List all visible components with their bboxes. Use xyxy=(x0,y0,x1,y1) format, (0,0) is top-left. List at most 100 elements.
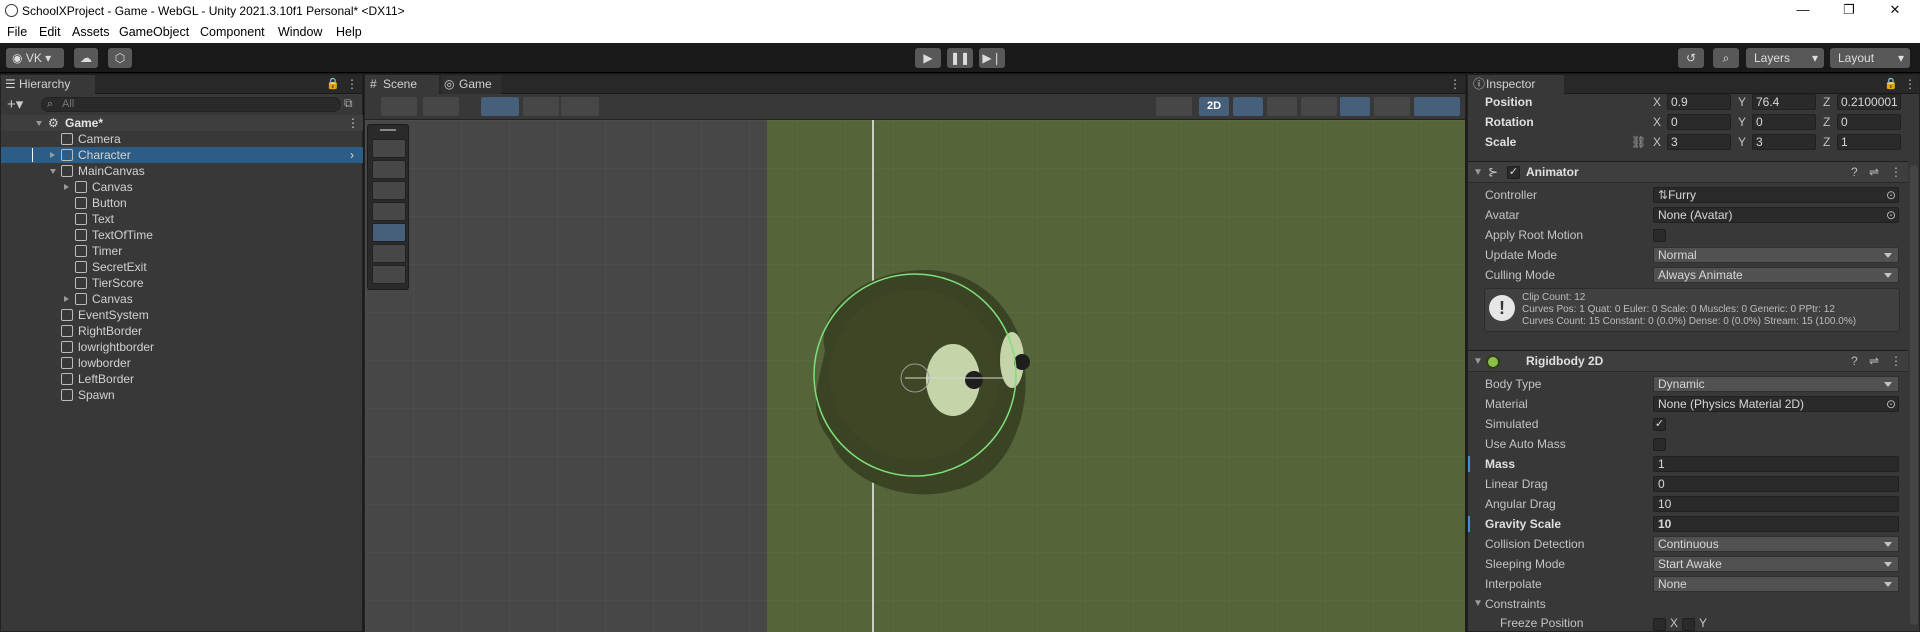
update-mode-dropdown[interactable]: Normal xyxy=(1653,247,1899,263)
material-field[interactable]: None (Physics Material 2D) ⊙ xyxy=(1653,396,1899,412)
shading-cube-icon[interactable] xyxy=(423,97,459,116)
menu-component[interactable]: Component xyxy=(200,25,265,39)
effects-icon[interactable] xyxy=(1301,97,1337,116)
vector-z-field[interactable]: Z0 xyxy=(1823,113,1905,131)
culling-mode-dropdown[interactable]: Always Animate xyxy=(1653,267,1899,283)
audio-icon[interactable] xyxy=(1267,97,1297,116)
component-menu-icon[interactable]: ⋮ xyxy=(1890,351,1902,372)
hierarchy-item[interactable]: Canvas xyxy=(1,291,363,307)
expand-arrow-icon[interactable] xyxy=(64,184,69,190)
tab-scene[interactable]: # Scene xyxy=(365,75,439,94)
rotate-tool-icon[interactable] xyxy=(372,181,406,200)
transform-value[interactable]: 1 xyxy=(1837,134,1901,150)
object-picker-icon[interactable]: ⊙ xyxy=(1886,188,1896,202)
root-motion-checkbox[interactable] xyxy=(1653,229,1666,242)
body-type-dropdown[interactable]: Dynamic xyxy=(1653,376,1899,392)
tab-inspector[interactable]: ⓘ Inspector xyxy=(1468,75,1564,94)
freeze-x-checkbox[interactable] xyxy=(1653,618,1666,631)
hierarchy-item[interactable]: Canvas xyxy=(1,179,363,195)
tab-hierarchy[interactable]: ☰ Hierarchy xyxy=(1,75,95,94)
object-picker-icon[interactable]: ⊙ xyxy=(1886,397,1896,411)
hierarchy-item[interactable]: Text xyxy=(1,211,363,227)
render-globe-icon[interactable] xyxy=(1156,97,1192,116)
maximize-button[interactable]: ❐ xyxy=(1836,2,1862,20)
search-icon[interactable]: ⌕ xyxy=(1713,48,1739,68)
chevron-right-icon[interactable]: › xyxy=(350,147,354,163)
hierarchy-item[interactable]: LeftBorder xyxy=(1,371,363,387)
hand-tool-icon[interactable] xyxy=(372,139,406,158)
snap-increment-icon[interactable] xyxy=(523,97,559,116)
transform-value[interactable]: 0.9 xyxy=(1667,94,1731,110)
expand-arrow-icon[interactable] xyxy=(36,121,42,126)
ruler-icon[interactable] xyxy=(561,97,599,116)
vector-y-field[interactable]: Y0 xyxy=(1738,113,1820,131)
menu-edit[interactable]: Edit xyxy=(39,25,61,39)
transform-value[interactable]: 3 xyxy=(1667,134,1731,150)
search-input[interactable]: ⌕ All xyxy=(41,97,341,112)
expand-arrow-icon[interactable] xyxy=(50,169,56,174)
account-dropdown[interactable]: ◉ VK ▾ xyxy=(6,48,64,68)
lock-icon[interactable]: 🔒 xyxy=(326,77,340,90)
preset-icon[interactable]: ⇌ xyxy=(1869,162,1879,183)
move-tool-icon[interactable] xyxy=(372,160,406,179)
hierarchy-item[interactable]: lowrightborder xyxy=(1,339,363,355)
scene-kebab-icon[interactable]: ⋮ xyxy=(1449,77,1461,91)
sleeping-mode-dropdown[interactable]: Start Awake xyxy=(1653,556,1899,572)
transform-value[interactable]: 3 xyxy=(1752,134,1816,150)
hierarchy-item[interactable]: TierScore xyxy=(1,275,363,291)
help-icon[interactable]: ? xyxy=(1851,351,1858,372)
minimize-button[interactable]: — xyxy=(1790,2,1816,20)
expand-arrow-icon[interactable]: ▼ xyxy=(1473,351,1483,372)
menu-window[interactable]: Window xyxy=(278,25,322,39)
vector-x-field[interactable]: X3 xyxy=(1653,133,1735,151)
hierarchy-item[interactable]: lowborder xyxy=(1,355,363,371)
add-button[interactable]: +▾ xyxy=(7,95,23,113)
pause-button[interactable]: ❚❚ xyxy=(947,48,973,68)
menu-file[interactable]: File xyxy=(7,25,27,39)
hierarchy-item[interactable]: MainCanvas xyxy=(1,163,363,179)
collision-detection-dropdown[interactable]: Continuous xyxy=(1653,536,1899,552)
help-icon[interactable]: ? xyxy=(1851,162,1858,183)
scene-viewport[interactable] xyxy=(365,120,1465,632)
kebab-menu-icon[interactable]: ⋮ xyxy=(346,77,358,91)
avatar-field[interactable]: None (Avatar) ⊙ xyxy=(1653,207,1899,223)
transform-tool-icon[interactable] xyxy=(372,244,406,263)
transform-value[interactable]: 0 xyxy=(1837,114,1901,130)
layout-dropdown[interactable]: Layout ▾ xyxy=(1830,48,1910,68)
constrain-link-icon[interactable]: ⛓ xyxy=(1631,133,1646,151)
close-button[interactable]: ✕ xyxy=(1882,2,1908,20)
auto-mass-checkbox[interactable] xyxy=(1653,438,1666,451)
grid-snap-icon[interactable] xyxy=(481,97,519,116)
transform-value[interactable]: 0.2100001 xyxy=(1837,94,1901,110)
draw-mode-icon[interactable] xyxy=(381,97,417,116)
scene-row[interactable]: ⚙ Game* ⋮ xyxy=(1,115,363,131)
hierarchy-item[interactable]: TextOfTime xyxy=(1,227,363,243)
scene-kebab-icon[interactable]: ⋮ xyxy=(347,115,359,131)
expand-arrow-icon[interactable]: ▼ xyxy=(1473,595,1483,613)
mass-field[interactable]: 1 xyxy=(1653,456,1899,472)
lighting-bulb-icon[interactable] xyxy=(1233,97,1263,116)
vector-z-field[interactable]: Z 0.2100001 xyxy=(1823,93,1905,111)
controller-field[interactable]: ⇅Furry ⊙ xyxy=(1653,187,1899,203)
transform-value[interactable]: 0 xyxy=(1752,114,1816,130)
menu-assets[interactable]: Assets xyxy=(72,25,110,39)
vector-x-field[interactable]: X 0.9 xyxy=(1653,93,1735,111)
hierarchy-item[interactable]: Timer xyxy=(1,243,363,259)
component-menu-icon[interactable]: ⋮ xyxy=(1890,162,1902,183)
gizmos-icon[interactable] xyxy=(1414,97,1460,116)
hierarchy-item[interactable]: Camera xyxy=(1,131,363,147)
expand-arrow-icon[interactable] xyxy=(64,296,69,302)
layers-dropdown[interactable]: Layers ▾ xyxy=(1746,48,1824,68)
history-icon[interactable]: ↺ xyxy=(1678,48,1704,68)
gravity-scale-field[interactable]: 10 xyxy=(1653,516,1899,532)
scene-picker-icon[interactable]: ⧉ xyxy=(344,96,353,111)
transform-value[interactable]: 0 xyxy=(1667,114,1731,130)
vector-z-field[interactable]: Z1 xyxy=(1823,133,1905,151)
simulated-checkbox[interactable]: ✓ xyxy=(1653,418,1666,431)
vector-y-field[interactable]: Y 76.4 xyxy=(1738,93,1820,111)
rect-tool-icon[interactable] xyxy=(372,223,406,242)
vector-y-field[interactable]: Y3 xyxy=(1738,133,1820,151)
hierarchy-item[interactable]: Button xyxy=(1,195,363,211)
linear-drag-field[interactable]: 0 xyxy=(1653,476,1899,492)
menu-gameobject[interactable]: GameObject xyxy=(119,25,189,39)
